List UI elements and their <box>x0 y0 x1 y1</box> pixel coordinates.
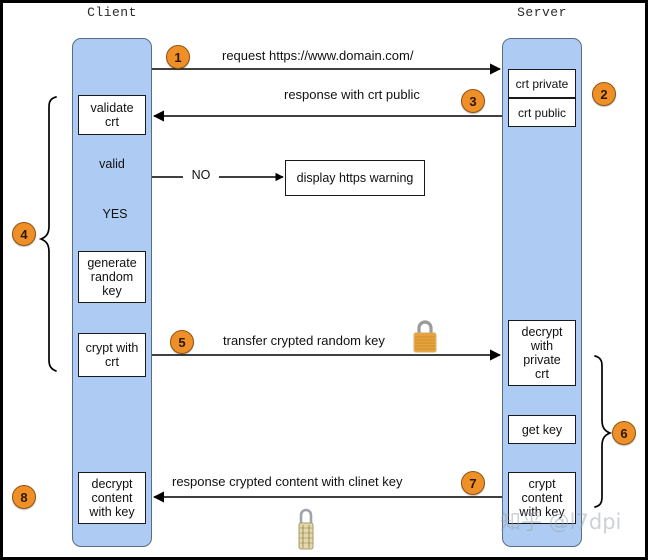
branch-label-yes: YES <box>102 207 128 221</box>
step-badge-7: 7 <box>461 471 485 495</box>
brace-step-4 <box>38 96 57 372</box>
step-badge-4: 4 <box>12 222 36 246</box>
process-box-crypt-with-crt: crypt with crt <box>78 333 146 377</box>
lifeline-title-server: Server <box>517 5 567 20</box>
step-badge-3: 3 <box>461 89 485 113</box>
diagram-canvas: Client Server validate crt valid YES NO … <box>0 0 648 560</box>
process-box-get-key: get key <box>508 415 576 444</box>
watermark-text: 知乎 @l7dpi <box>500 510 622 534</box>
process-box-crt-public: crt public <box>508 98 576 127</box>
step-badge-8: 8 <box>12 485 36 509</box>
message-label-response-crt-public: response with crt public <box>284 87 420 102</box>
step-badge-5: 5 <box>170 330 194 354</box>
process-box-crt-private: crt private <box>508 69 576 98</box>
process-box-generate-random-key: generate random key <box>78 251 146 303</box>
process-box-decrypt-content-with-key: decrypt content with key <box>78 472 146 524</box>
step-badge-2: 2 <box>592 82 616 106</box>
message-label-response-content: response crypted content with clinet key <box>172 474 403 489</box>
message-label-transfer-key: transfer crypted random key <box>223 333 385 348</box>
branch-label-no: NO <box>183 168 219 182</box>
lifeline-title-client: Client <box>87 5 137 20</box>
message-label-request: request https://www.domain.com/ <box>222 48 414 63</box>
step-badge-6: 6 <box>612 421 636 445</box>
decision-label-valid: valid <box>99 157 125 171</box>
process-box-decrypt-with-private-crt: decrypt with private crt <box>508 320 576 386</box>
step-badge-1: 1 <box>166 45 190 69</box>
padlock-icon <box>413 320 437 353</box>
process-box-display-https-warning: display https warning <box>285 160 425 196</box>
combination-padlock-icon <box>298 508 314 550</box>
brace-step-6 <box>594 355 613 508</box>
process-box-validate-crt: validate crt <box>78 95 146 135</box>
